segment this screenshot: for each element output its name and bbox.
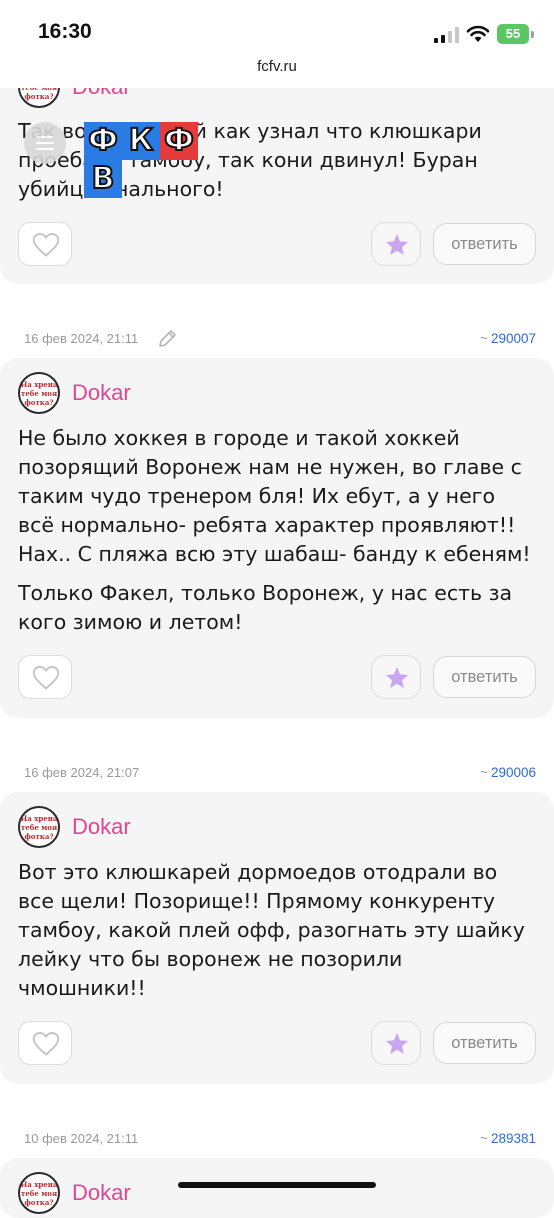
comment-id-link[interactable]: ~290007 (480, 331, 536, 346)
edit-icon[interactable] (156, 328, 178, 350)
comment-date: 16 фев 2024, 21:07 (24, 765, 140, 780)
comment-card: На хрена тебе моя фотка? Dokar Не было х… (0, 358, 554, 718)
logo-letter: Ф (84, 122, 122, 160)
like-button[interactable] (18, 655, 72, 699)
avatar[interactable]: На хрена тебе моя фотка? (18, 806, 60, 848)
logo-letter: Ф (160, 122, 198, 160)
tilde: ~ (480, 1131, 488, 1146)
heart-icon (32, 1031, 60, 1056)
comment-date: 16 фев 2024, 21:11 (24, 331, 139, 346)
battery-tip (531, 31, 534, 38)
reply-button[interactable]: ответить (433, 1022, 536, 1064)
comment-paragraph: Не было хоккея в городе и такой хоккей п… (18, 426, 531, 566)
comment-text: Не было хоккея в городе и такой хоккей п… (18, 424, 532, 647)
tilde: ~ (480, 331, 488, 346)
like-button[interactable] (18, 222, 72, 266)
author-name[interactable]: Dokar (72, 1180, 131, 1206)
wifi-icon (466, 25, 490, 42)
signal-icon (434, 27, 459, 43)
hamburger-icon (36, 142, 54, 144)
url-text[interactable]: fcfv.ru (0, 58, 554, 75)
logo-letter: В (84, 160, 122, 198)
avatar[interactable]: На хрена тебе моя фотка? (18, 1172, 60, 1214)
comment-card: На хрена тебе моя фотка? Dokar Вот это к… (0, 792, 554, 1084)
hamburger-icon (36, 136, 54, 138)
comment-card: На хрена тебе моя фотка? Dokar (0, 1158, 554, 1218)
comment-paragraph: Вот это клюшкарей дормоедов отодрали во … (18, 860, 525, 1000)
favorite-button[interactable] (371, 655, 421, 699)
favorite-button[interactable] (371, 1021, 421, 1065)
comment-text: Вот это клюшкарей дормоедов отодрали во … (18, 858, 532, 1013)
comment-id-link[interactable]: ~289381 (480, 1131, 536, 1146)
favorite-button[interactable] (371, 222, 421, 266)
star-icon (386, 234, 408, 255)
comment-id-link[interactable]: ~290006 (480, 765, 536, 780)
logo-letter: К (122, 122, 160, 160)
author-name[interactable]: Dokar (72, 380, 131, 406)
avatar[interactable]: На хрена тебе моя фотка? (18, 372, 60, 414)
clock: 16:30 (38, 20, 92, 43)
tilde: ~ (480, 765, 488, 780)
reply-button[interactable]: ответить (433, 656, 536, 698)
home-indicator[interactable] (178, 1182, 376, 1188)
author-name[interactable]: Dokar (72, 814, 131, 840)
status-bar: 16:30 55 (0, 0, 554, 62)
heart-icon (32, 232, 60, 257)
comment-date: 10 фев 2024, 21:11 (24, 1131, 139, 1146)
like-button[interactable] (18, 1021, 72, 1065)
heart-icon (32, 665, 60, 690)
menu-button[interactable] (24, 122, 66, 164)
star-icon (386, 1033, 408, 1054)
comment-paragraph: Только Факел, только Воронеж, у нас есть… (18, 581, 513, 634)
site-logo[interactable]: Ф К Ф В (84, 122, 200, 198)
reply-button[interactable]: ответить (433, 223, 536, 265)
battery-indicator: 55 (497, 24, 529, 44)
star-icon (386, 667, 408, 688)
hamburger-icon (36, 148, 54, 150)
